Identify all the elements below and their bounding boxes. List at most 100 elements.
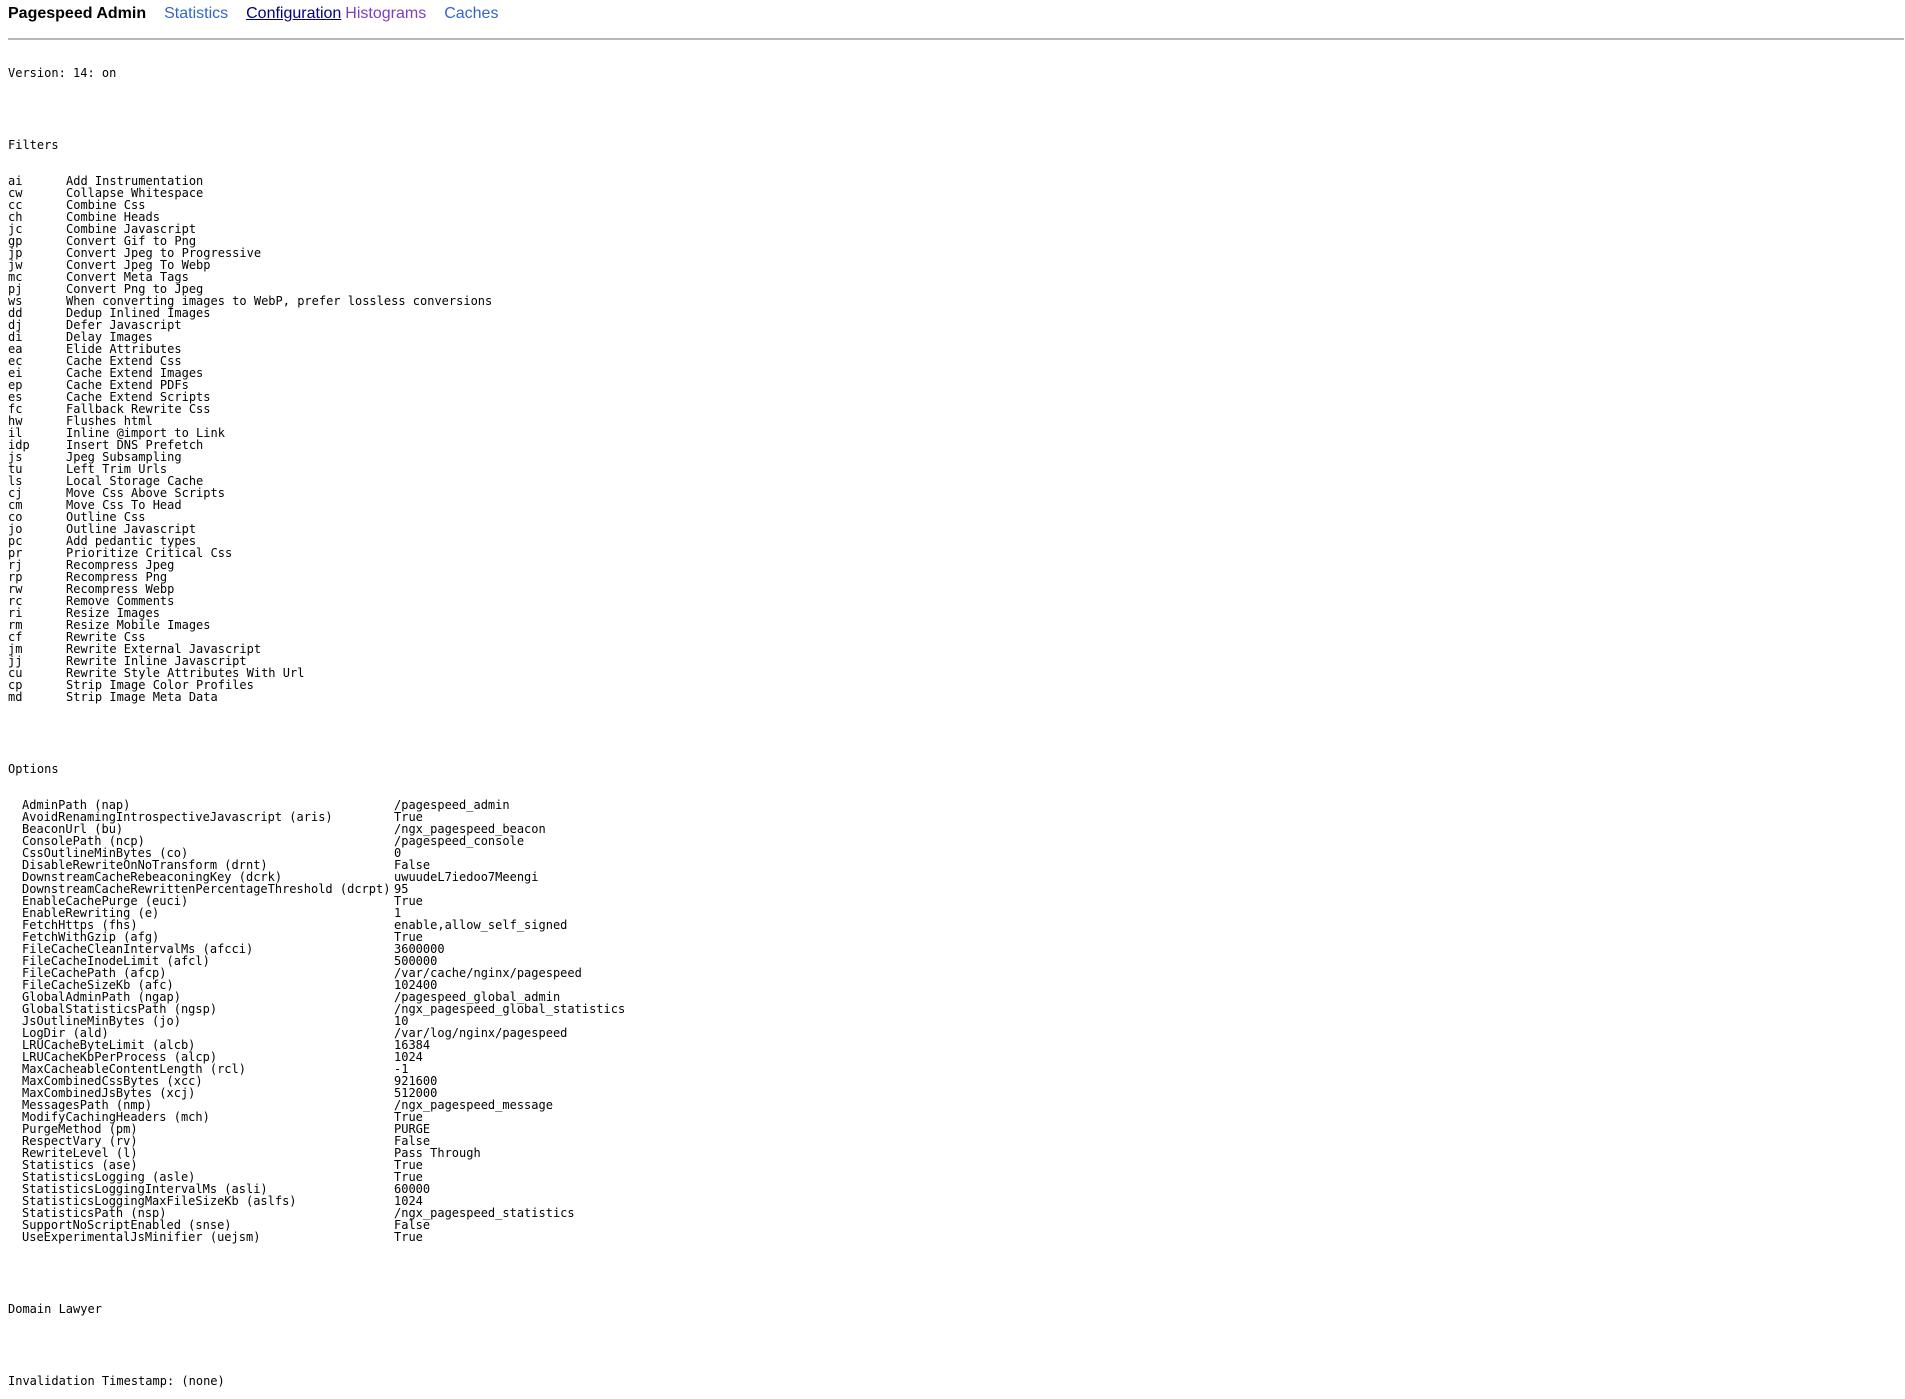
option-row: MaxCombinedCssBytes (xcc) 921600: [8, 1075, 1888, 1087]
option-row: Statistics (ase) True: [8, 1159, 1888, 1171]
nav-link-statistics[interactable]: Statistics: [164, 4, 228, 24]
domain-lawyer-heading: Domain Lawyer: [8, 1302, 102, 1316]
option-row: LRUCacheByteLimit (alcb) 16384: [8, 1039, 1888, 1051]
admin-header: Pagespeed Admin Statistics Configuration…: [8, 4, 498, 26]
option-name: StatisticsLoggingMaxFileSizeKb (aslfs): [22, 1194, 297, 1208]
filter-row: cu Rewrite Style Attributes With Url: [8, 667, 1888, 679]
filter-row: js Jpeg Subsampling: [8, 451, 1888, 463]
option-row: PurgeMethod (pm) PURGE: [8, 1123, 1888, 1135]
option-row: AvoidRenamingIntrospectiveJavascript (ar…: [8, 811, 1888, 823]
option-value: True: [394, 1230, 423, 1244]
option-row: RespectVary (rv) False: [8, 1135, 1888, 1147]
filter-row: tu Left Trim Urls: [8, 463, 1888, 475]
filter-row: idp Insert DNS Prefetch: [8, 439, 1888, 451]
option-row: FetchHttps (fhs) enable,allow_self_signed: [8, 919, 1888, 931]
option-row: CssOutlineMinBytes (co) 0: [8, 847, 1888, 859]
option-row: FileCachePath (afcp)/var/cache/nginx/pag…: [8, 967, 1888, 979]
filter-row: es Cache Extend Scripts: [8, 391, 1888, 403]
option-row: StatisticsLoggingMaxFileSizeKb (aslfs) 10…: [8, 1195, 1888, 1207]
filter-row: di Delay Images: [8, 331, 1888, 343]
filter-row: ea Elide Attributes: [8, 343, 1888, 355]
filter-row: jm Rewrite External Javascript: [8, 643, 1888, 655]
option-name: Statistics (ase): [22, 1158, 138, 1172]
option-row: BeaconUrl (bu)/ngx_pagespeed_beacon: [8, 823, 1888, 835]
option-row: UseExperimentalJsMinifier (uejsm) True: [8, 1231, 1888, 1243]
option-row: DownstreamCacheRewrittenPercentageThresh…: [8, 883, 1888, 895]
filter-row: rp Recompress Png: [8, 571, 1888, 583]
filter-row: ai Add Instrumentation: [8, 175, 1888, 187]
filter-row: fc Fallback Rewrite Css: [8, 403, 1888, 415]
filter-row: ec Cache Extend Css: [8, 355, 1888, 367]
options-heading: Options: [8, 762, 59, 776]
filter-row: mc Convert Meta Tags: [8, 271, 1888, 283]
filter-row: cm Move Css To Head: [8, 499, 1888, 511]
option-row: StatisticsLogging (asle) True: [8, 1171, 1888, 1183]
filter-row: md Strip Image Meta Data: [8, 691, 1888, 703]
invalidation-timestamp: Invalidation Timestamp: (none): [8, 1374, 225, 1388]
option-row: MaxCacheableContentLength (rcl) -1: [8, 1063, 1888, 1075]
option-name: UseExperimentalJsMinifier (uejsm): [22, 1230, 261, 1244]
filter-row: jp Convert Jpeg to Progressive: [8, 247, 1888, 259]
options-list: AdminPath (nap)/pagespeed_admin AvoidRena…: [8, 799, 1888, 1243]
header-divider: [8, 38, 1904, 40]
filter-row: cf Rewrite Css: [8, 631, 1888, 643]
option-row: LogDir (ald)/var/log/nginx/pagespeed: [8, 1027, 1888, 1039]
filter-row: ch Combine Heads: [8, 211, 1888, 223]
filter-row: rw Recompress Webp: [8, 583, 1888, 595]
filter-row: jo Outline Javascript: [8, 523, 1888, 535]
filter-row: dd Dedup Inlined Images: [8, 307, 1888, 319]
filter-row: gp Convert Gif to Png: [8, 235, 1888, 247]
option-name: StatisticsLoggingIntervalMs (asli): [22, 1182, 268, 1196]
option-row: SupportNoScriptEnabled (snse) False: [8, 1219, 1888, 1231]
option-row: FileCacheInodeLimit (afcl) 500000: [8, 955, 1888, 967]
option-row: FetchWithGzip (afg) True: [8, 931, 1888, 943]
filter-row: cj Move Css Above Scripts: [8, 487, 1888, 499]
option-value: /ngx_pagespeed_global_statistics: [394, 1002, 626, 1016]
option-row: GlobalStatisticsPath (ngsp)/ngx_pagespee…: [8, 1003, 1888, 1015]
filter-name: Strip Image Meta Data: [66, 690, 218, 704]
filter-row: ws When converting images to WebP, prefer…: [8, 295, 1888, 307]
config-output: Version: 14: on Filters ai Add Instrument…: [8, 43, 1888, 1399]
filters-heading: Filters: [8, 138, 59, 152]
filter-code: md: [8, 690, 23, 704]
nav-link-configuration[interactable]: Configuration: [246, 4, 341, 24]
option-name: SupportNoScriptEnabled (snse): [22, 1218, 232, 1232]
filter-row: rc Remove Comments: [8, 595, 1888, 607]
option-row: FileCacheCleanIntervalMs (afcci) 3600000: [8, 943, 1888, 955]
option-row: JsOutlineMinBytes (jo) 10: [8, 1015, 1888, 1027]
option-value: uwuudeL7iedoo7Meengi: [394, 870, 539, 884]
filter-row: ei Cache Extend Images: [8, 367, 1888, 379]
option-row: EnableCachePurge (euci) True: [8, 895, 1888, 907]
option-row: EnableRewriting (e) 1: [8, 907, 1888, 919]
filter-row: jw Convert Jpeg To Webp: [8, 259, 1888, 271]
page-title: Pagespeed Admin: [8, 5, 147, 22]
option-row: ModifyCachingHeaders (mch) True: [8, 1111, 1888, 1123]
option-row: LRUCacheKbPerProcess (alcp) 1024: [8, 1051, 1888, 1063]
filter-row: jc Combine Javascript: [8, 223, 1888, 235]
option-row: GlobalAdminPath (ngap)/pagespeed_global_…: [8, 991, 1888, 1003]
filter-row: co Outline Css: [8, 511, 1888, 523]
option-name: StatisticsLogging (asle): [22, 1170, 196, 1184]
filter-row: rm Resize Mobile Images: [8, 619, 1888, 631]
filter-row: dj Defer Javascript: [8, 319, 1888, 331]
filter-row: cw Collapse Whitespace: [8, 187, 1888, 199]
option-row: MaxCombinedJsBytes (xcj) 512000: [8, 1087, 1888, 1099]
option-name: StatisticsPath (nsp): [22, 1206, 167, 1220]
nav-link-histograms[interactable]: Histograms: [345, 4, 426, 24]
option-row: StatisticsLoggingIntervalMs (asli) 60000: [8, 1183, 1888, 1195]
filter-row: cp Strip Image Color Profiles: [8, 679, 1888, 691]
filter-row: pr Prioritize Critical Css: [8, 547, 1888, 559]
filter-row: rj Recompress Jpeg: [8, 559, 1888, 571]
option-row: StatisticsPath (nsp)/ngx_pagespeed_stati…: [8, 1207, 1888, 1219]
filter-row: cc Combine Css: [8, 199, 1888, 211]
filter-row: ls Local Storage Cache: [8, 475, 1888, 487]
nav-link-caches[interactable]: Caches: [444, 4, 498, 24]
version-line: Version: 14: on: [8, 66, 117, 80]
option-row: DisableRewriteOnNoTransform (drnt) False: [8, 859, 1888, 871]
filter-row: il Inline @import to Link: [8, 427, 1888, 439]
option-row: ConsolePath (ncp)/pagespeed_console: [8, 835, 1888, 847]
